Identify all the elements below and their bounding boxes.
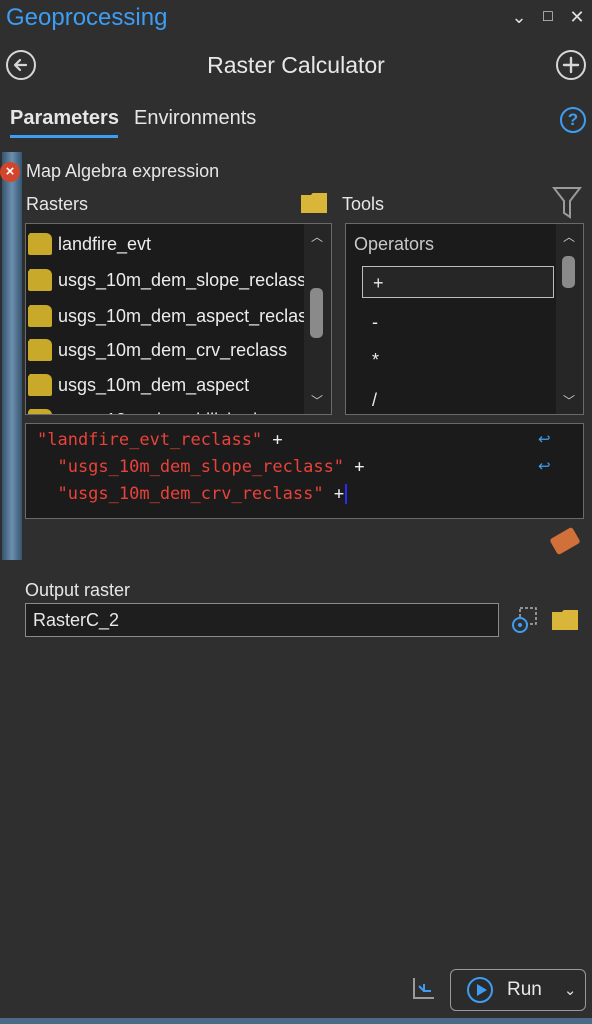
run-label: Run: [507, 979, 542, 1000]
scroll-thumb[interactable]: [310, 288, 323, 338]
raster-dataset-properties-icon[interactable]: [510, 605, 540, 635]
browse-output-folder-icon[interactable]: [552, 610, 578, 630]
expression-line: "landfire_evt_reclass" +: [37, 430, 283, 450]
list-item[interactable]: landfire_evt: [28, 226, 151, 262]
run-button[interactable]: Run ⌄: [450, 969, 586, 1011]
line-wrap-icon: ↩: [538, 458, 551, 475]
raster-layer-icon: [28, 339, 52, 361]
operator-plus[interactable]: +: [362, 266, 554, 298]
window-title: Geoprocessing: [6, 4, 168, 31]
list-item[interactable]: usgs_10m_dem_hillshade: [28, 402, 267, 414]
raster-layer-icon: [28, 269, 52, 291]
help-icon[interactable]: ?: [560, 107, 586, 133]
tool-title: Raster Calculator: [207, 52, 385, 78]
map-algebra-label: Map Algebra expression: [26, 161, 220, 181]
tab-environments[interactable]: Environments: [134, 107, 256, 130]
expression-line: "usgs_10m_dem_slope_reclass" +: [37, 457, 365, 477]
scroll-up-icon[interactable]: ︿: [560, 228, 578, 245]
scroll-thumb[interactable]: [562, 256, 575, 288]
operator-divide[interactable]: /: [362, 384, 554, 414]
expression-line: "usgs_10m_dem_crv_reclass" +: [37, 484, 348, 504]
raster-layer-icon: [28, 374, 52, 396]
expression-editor[interactable]: "landfire_evt_reclass" + "usgs_10m_dem_s…: [25, 423, 584, 519]
operator-multiply[interactable]: *: [362, 344, 554, 376]
list-item[interactable]: usgs_10m_dem_crv_reclass: [28, 332, 287, 368]
rasters-label: Rasters: [26, 194, 89, 214]
play-icon: [467, 977, 493, 1003]
error-icon: ×: [0, 162, 20, 182]
raster-layer-icon: [28, 409, 52, 414]
tools-list[interactable]: Operators + - * / ︿ ﹀: [345, 223, 584, 415]
scroll-up-icon[interactable]: ︿: [308, 228, 326, 245]
raster-layer-icon: [28, 305, 52, 327]
line-wrap-icon: ↩: [538, 431, 551, 448]
rasters-scrollbar[interactable]: ︿ ﹀: [304, 224, 331, 414]
operator-minus[interactable]: -: [362, 306, 554, 338]
add-button[interactable]: [556, 50, 586, 80]
output-raster-input[interactable]: RasterC_2: [25, 603, 499, 637]
clear-expression-eraser-icon[interactable]: [549, 526, 581, 556]
text-cursor: [345, 484, 348, 504]
parameter-error-bar: [2, 152, 22, 560]
tab-parameters[interactable]: Parameters: [10, 107, 119, 130]
active-tab-indicator: [10, 135, 118, 138]
filter-icon[interactable]: [552, 186, 582, 220]
taskbar-strip: [0, 1018, 592, 1024]
list-item[interactable]: usgs_10m_dem_aspect_reclass: [28, 298, 316, 334]
tools-category-header: Operators: [354, 234, 435, 254]
browse-folder-icon[interactable]: [301, 193, 327, 213]
tools-scrollbar[interactable]: ︿ ﹀: [556, 224, 583, 414]
close-icon[interactable]: ✕: [566, 6, 588, 28]
list-item[interactable]: usgs_10m_dem_slope_reclass: [28, 262, 306, 298]
scroll-down-icon[interactable]: ﹀: [308, 392, 326, 409]
raster-layer-icon: [28, 233, 52, 255]
tools-label: Tools: [342, 194, 385, 214]
window-options-chevron-icon[interactable]: ⌄: [508, 6, 530, 28]
rasters-list[interactable]: landfire_evt usgs_10m_dem_slope_reclass …: [25, 223, 332, 415]
maximize-icon[interactable]: □: [537, 6, 559, 28]
plus-icon: [562, 56, 580, 74]
list-item[interactable]: usgs_10m_dem_aspect: [28, 367, 249, 403]
output-raster-label: Output raster: [25, 580, 131, 600]
scroll-down-icon[interactable]: ﹀: [560, 392, 578, 409]
run-options-chevron-icon[interactable]: ⌄: [564, 981, 577, 999]
pin-result-icon[interactable]: [410, 976, 438, 1004]
